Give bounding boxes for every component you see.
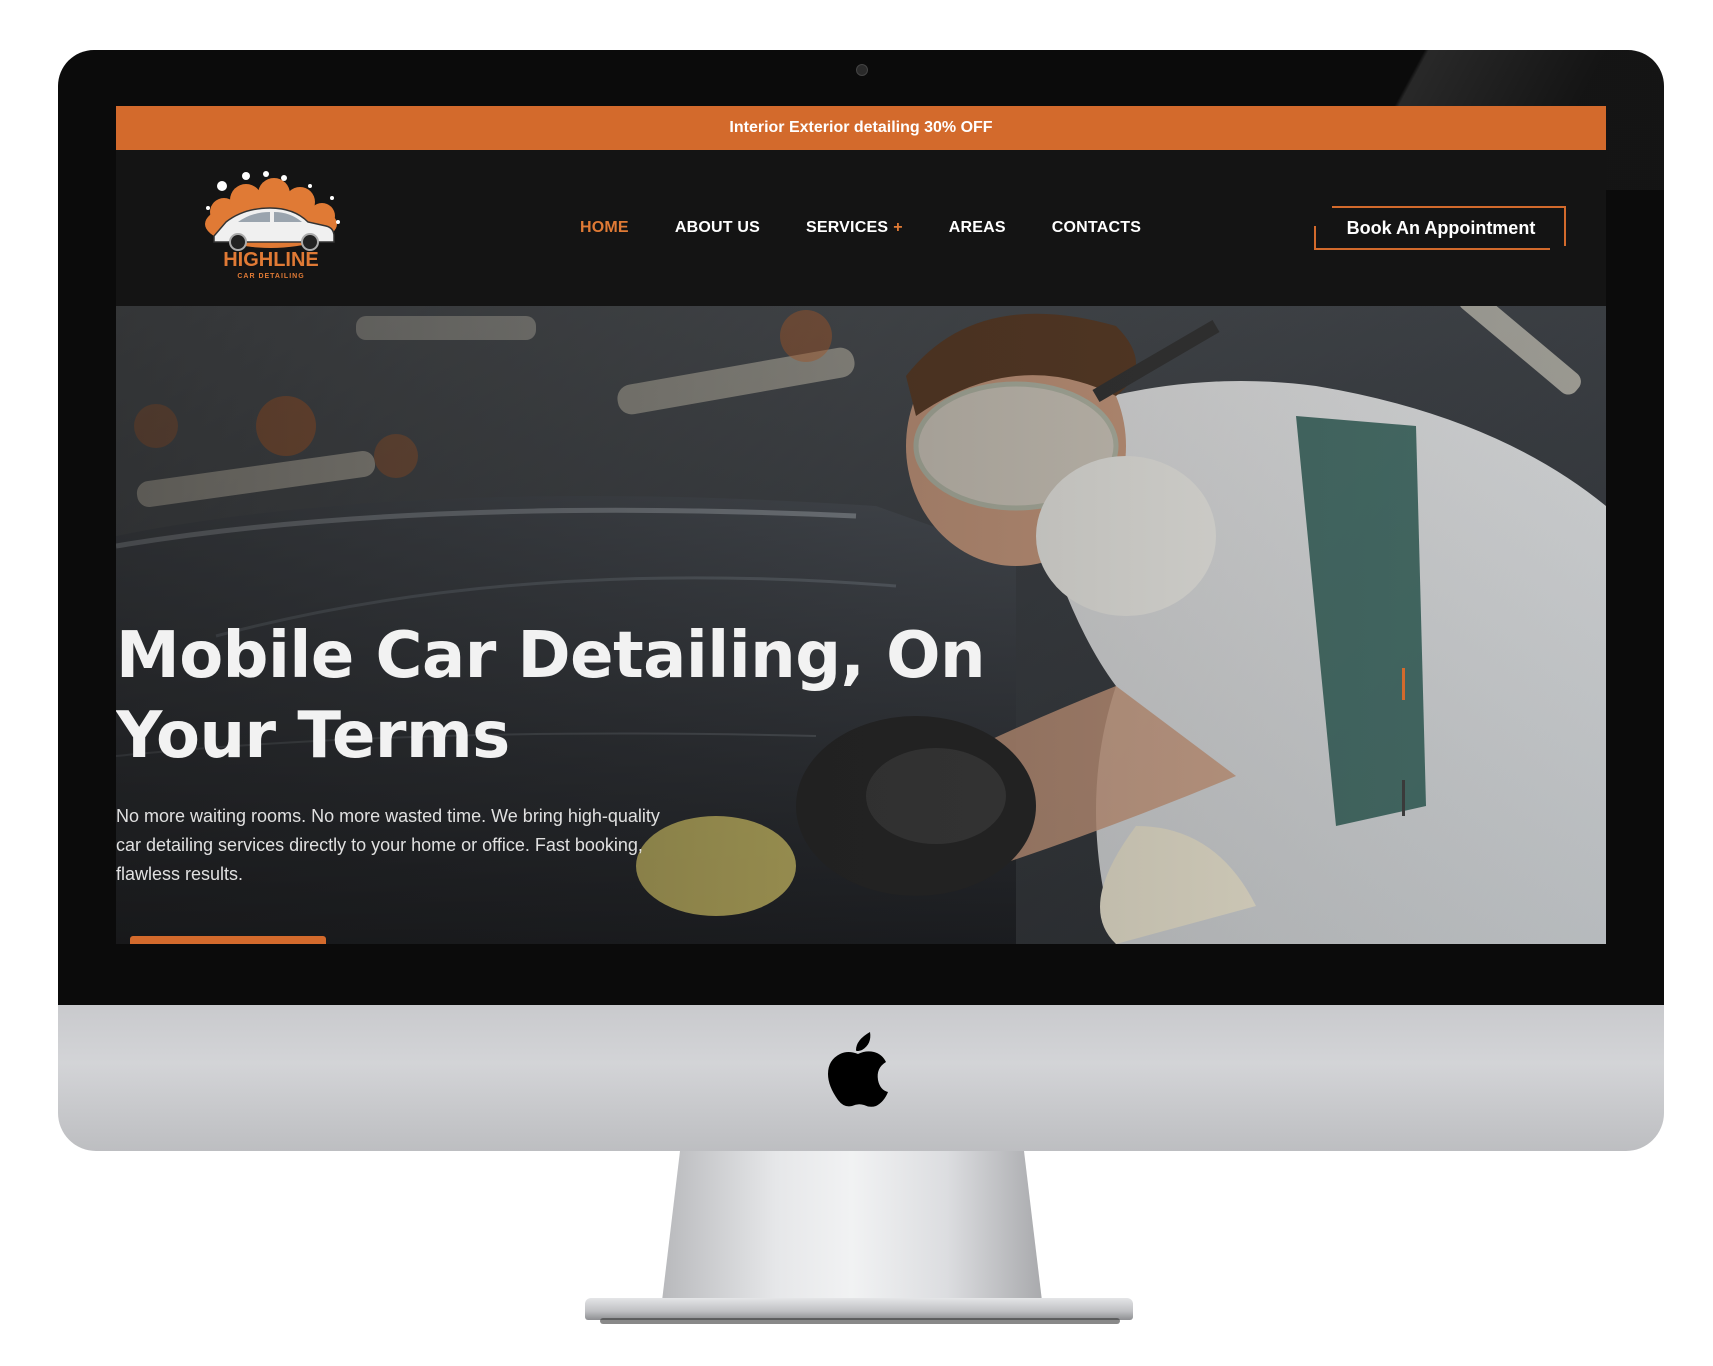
navbar: HIGHLINE CAR DETAILING HOME ABOUT US SER… [116, 150, 1606, 306]
nav-item-about-us[interactable]: ABOUT US [675, 219, 760, 237]
book-appointment-button[interactable]: Book An Appointment [1314, 206, 1568, 250]
website-screen: Interior Exterior detailing 30% OFF HIGH… [116, 106, 1606, 944]
slider-indicator[interactable] [1402, 780, 1405, 816]
brand-name: HIGHLINE [223, 249, 319, 271]
promo-bar: Interior Exterior detailing 30% OFF [116, 106, 1606, 150]
hero-section: Mobile Car Detailing, On Your Terms No m… [116, 306, 1606, 944]
hero-title: Mobile Car Detailing, On Your Terms [116, 619, 986, 773]
slider-indicator-active[interactable] [1402, 668, 1405, 700]
plus-icon: + [893, 219, 903, 236]
hero-cta-button[interactable] [130, 936, 326, 944]
nav-item-services[interactable]: SERVICES + [806, 219, 903, 237]
nav-item-services-label: SERVICES [805, 219, 889, 236]
camera-icon [856, 64, 868, 76]
brand-tagline: CAR DETAILING [237, 273, 304, 280]
promo-text: Interior Exterior detailing 30% OFF [729, 119, 993, 136]
hero-subtitle: No more waiting rooms. No more wasted ti… [116, 806, 660, 884]
book-appointment-label[interactable]: Book An Appointment [1314, 206, 1568, 250]
imac-foot-shadow [600, 1318, 1120, 1324]
main-nav: HOME ABOUT US SERVICES + AREAS CONTACTS [580, 150, 1141, 306]
imac-stand-foot [585, 1298, 1133, 1320]
nav-item-contacts[interactable]: CONTACTS [1052, 219, 1141, 237]
brand-logo-icon[interactable]: HIGHLINE CAR DETAILING [186, 164, 356, 282]
apple-logo-icon [828, 1032, 888, 1107]
imac-stand-neck [662, 1151, 1042, 1301]
nav-item-home[interactable]: HOME [580, 219, 629, 237]
nav-item-areas[interactable]: AREAS [949, 219, 1006, 237]
